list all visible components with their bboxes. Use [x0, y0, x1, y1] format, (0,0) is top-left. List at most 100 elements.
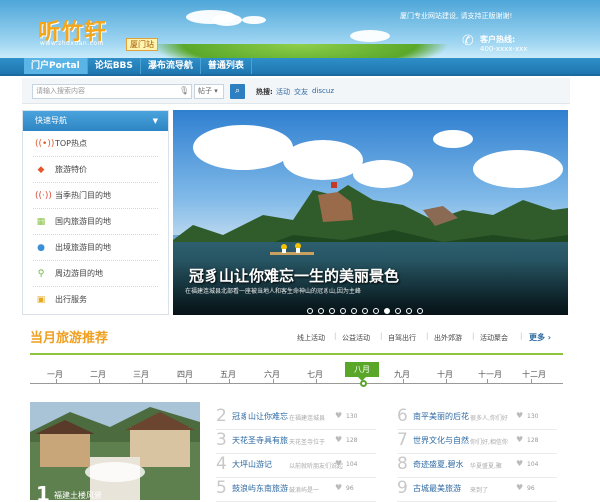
heart-icon[interactable]: ♥	[335, 459, 342, 468]
list-item[interactable]: 6 南平美丽的后花 很多人,你们好 130 ♥	[397, 406, 557, 430]
search-type-select[interactable]: 帖子 ▾	[194, 84, 224, 99]
carousel-dot[interactable]	[395, 308, 401, 314]
hero-banner[interactable]: 冠豸山让你难忘一生的美丽景色 在福建连城县北部看一座被当地人和客生命神山的冠豸山…	[173, 110, 568, 315]
nav-item-waterfall[interactable]: 瀑布流导航	[141, 58, 201, 74]
quick-nav-header[interactable]: 快速导航 ▼	[23, 111, 168, 131]
month-item[interactable]: 七月	[307, 369, 323, 380]
month-active-marker	[360, 380, 367, 387]
carousel-dot[interactable]	[406, 308, 412, 314]
carousel-dot[interactable]	[307, 308, 313, 314]
list-item[interactable]: 2 冠豸山让你难忘 在福建连城县 130 ♥	[216, 406, 376, 430]
section-divider	[30, 353, 563, 355]
heart-icon[interactable]: ♥	[516, 411, 523, 420]
heart-icon[interactable]: ♥	[335, 483, 342, 492]
hot-link[interactable]: discuz	[312, 87, 334, 95]
month-item[interactable]: 六月	[264, 369, 280, 380]
tab-charity[interactable]: 公益活动	[342, 333, 370, 343]
rank-number: 7	[397, 430, 408, 450]
search-input[interactable]: 请输入搜索内容	[32, 84, 192, 99]
heart-icon[interactable]: ♥	[335, 411, 342, 420]
header-slogan: 厦门专业网站建设, 请支持正版谢谢!	[400, 12, 513, 20]
carousel-dot[interactable]	[362, 308, 368, 314]
tab-selfdrive[interactable]: 自驾出行	[388, 333, 416, 343]
featured-caption[interactable]: 福建土楼风景	[54, 490, 102, 500]
heart-icon[interactable]: ♥	[335, 435, 342, 444]
village-scene	[30, 402, 200, 500]
list-item-title[interactable]: 大坪山游记	[232, 459, 272, 470]
nav-item-list[interactable]: 普通列表	[201, 58, 252, 74]
carousel-dot[interactable]	[329, 308, 335, 314]
search-type-value: 帖子	[198, 87, 212, 95]
heart-icon[interactable]: ♥	[516, 483, 523, 492]
hot-link[interactable]: 活动	[276, 87, 290, 97]
month-item[interactable]: 一月	[47, 369, 63, 380]
carousel-dot[interactable]	[417, 308, 423, 314]
month-active-badge[interactable]: 八月	[345, 362, 379, 381]
rank-number: 9	[397, 478, 408, 498]
month-timeline	[30, 383, 563, 384]
sidebar-item-overseas[interactable]: ● 出境旅游目的地	[33, 235, 158, 261]
month-item[interactable]: 二月	[90, 369, 106, 380]
month-item[interactable]: 五月	[220, 369, 236, 380]
sidebar-item-seasonal[interactable]: ((·)) 当季热门目的地	[33, 183, 158, 209]
timeline-tick	[56, 379, 57, 384]
list-item-count: 96	[527, 485, 535, 492]
heart-icon[interactable]: ♥	[516, 459, 523, 468]
month-item[interactable]: 十二月	[522, 369, 546, 380]
list-item-count: 96	[346, 485, 354, 492]
list-item-title[interactable]: 世界文化与自然	[413, 435, 469, 446]
month-item[interactable]: 九月	[394, 369, 410, 380]
cloud-decoration	[212, 14, 242, 26]
list-item-count: 104	[346, 461, 358, 468]
sidebar-item-nearby[interactable]: ⚲ 周边游目的地	[33, 261, 158, 287]
sidebar-item-service[interactable]: ▣ 出行服务	[33, 287, 158, 313]
list-item-title[interactable]: 奇迹盛夏,碧水	[413, 459, 464, 470]
tab-online[interactable]: 线上活动	[297, 333, 325, 343]
carousel-dot[interactable]	[373, 308, 379, 314]
calendar-icon: ▦	[36, 217, 46, 227]
carousel-dot[interactable]	[340, 308, 346, 314]
carousel-dot[interactable]	[318, 308, 324, 314]
list-item[interactable]: 4 大坪山游记 以前就听朋友们说起 104 ♥	[216, 454, 376, 478]
list-item-title[interactable]: 冠豸山让你难忘	[232, 411, 288, 422]
more-link[interactable]: 更多 ›	[529, 332, 551, 343]
month-item[interactable]: 三月	[133, 369, 149, 380]
rank-number: 2	[216, 406, 227, 426]
list-item[interactable]: 7 世界文化与自然 你们好,相信你 128 ♥	[397, 430, 557, 454]
list-item[interactable]: 5 鼓浪屿东南旅游 鼓浪屿是一 96 ♥	[216, 478, 376, 502]
month-item[interactable]: 十月	[437, 369, 453, 380]
sidebar-item-domestic[interactable]: ▦ 国内旅游目的地	[33, 209, 158, 235]
nav-item-bbs[interactable]: 论坛BBS	[88, 58, 141, 74]
city-badge[interactable]: 厦门站	[126, 38, 158, 51]
list-item-title[interactable]: 天花圣寺具有旅	[232, 435, 288, 446]
list-item[interactable]: 8 奇迹盛夏,碧水 华夏盛夏,聚 104 ♥	[397, 454, 557, 478]
month-item[interactable]: 四月	[177, 369, 193, 380]
suitcase-icon: ▣	[36, 295, 46, 305]
featured-photo[interactable]: 1 福建土楼风景	[30, 402, 200, 500]
list-item-title[interactable]: 南平美丽的后花	[413, 411, 469, 422]
list-item-count: 130	[346, 413, 358, 420]
hotline-label: 客户热线:	[480, 35, 516, 44]
list-item-count: 128	[346, 437, 358, 444]
tab-party[interactable]: 活动聚会	[480, 333, 508, 343]
search-button[interactable]: ⌕	[230, 84, 245, 99]
list-item-title[interactable]: 鼓浪屿东南旅游	[232, 483, 288, 494]
sidebar-item-deals[interactable]: ◆ 旅游特价	[33, 157, 158, 183]
carousel-dot[interactable]	[351, 308, 357, 314]
list-item[interactable]: 3 天花圣寺具有旅 天花圣寺位于 128 ♥	[216, 430, 376, 454]
phone-icon: ✆	[462, 33, 474, 49]
list-item[interactable]: 9 古城最美旅游 来到了 96 ♥	[397, 478, 557, 502]
list-item-title[interactable]: 古城最美旅游	[413, 483, 461, 494]
month-item[interactable]: 十一月	[478, 369, 502, 380]
rank-number: 8	[397, 454, 408, 474]
banner-title[interactable]: 冠豸山让你难忘一生的美丽景色	[189, 265, 399, 286]
heart-icon[interactable]: ♥	[516, 435, 523, 444]
hot-search-label: 热搜:	[256, 88, 273, 96]
tab-outing[interactable]: 出外郊游	[434, 333, 462, 343]
hot-link[interactable]: 交友	[294, 87, 308, 97]
sidebar-item-top[interactable]: ((•)) TOP热点	[33, 131, 158, 157]
microphone-icon[interactable]: 🎙	[179, 86, 189, 95]
globe-icon: ●	[37, 243, 45, 253]
nav-item-portal[interactable]: 门户Portal	[24, 58, 88, 74]
carousel-dot[interactable]	[384, 308, 390, 314]
